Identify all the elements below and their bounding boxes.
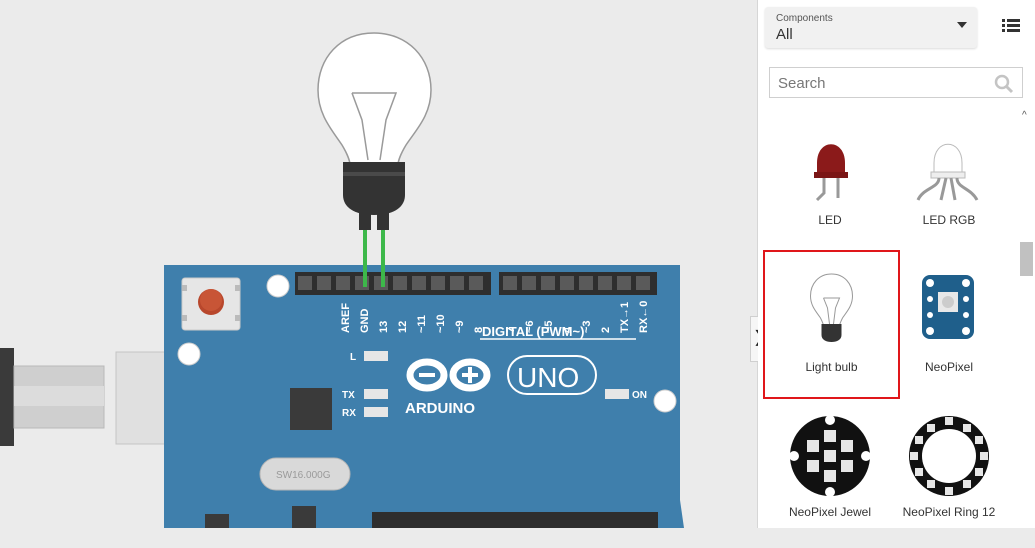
reset-button[interactable] bbox=[181, 277, 241, 331]
neopixel-ring-icon bbox=[909, 416, 989, 496]
scroll-up-icon[interactable]: ^ bbox=[1022, 110, 1027, 121]
on-label: ON bbox=[632, 390, 647, 401]
pin-label: TX→1 bbox=[619, 302, 631, 333]
search-input[interactable] bbox=[778, 73, 978, 93]
components-dropdown[interactable]: Components All bbox=[765, 7, 977, 48]
component-item-neopixel[interactable]: NeoPixel bbox=[883, 256, 1015, 396]
search-box bbox=[769, 67, 1023, 98]
component-item-light-bulb[interactable]: Light bulb bbox=[763, 250, 900, 399]
canvas-drawing: AREF GND 13 12 ~11 ~10 ~9 8 7 ~6 ~5 4 ~3… bbox=[0, 32, 684, 528]
component-label: Light bulb bbox=[805, 360, 858, 374]
model-label: UNO bbox=[517, 362, 579, 393]
components-panel: Components All ^ LED bbox=[758, 0, 1035, 528]
brand-label: ARDUINO bbox=[405, 400, 475, 417]
arduino-board[interactable] bbox=[164, 265, 684, 528]
panel-scrollbar[interactable]: ^ bbox=[1020, 110, 1035, 528]
component-label: NeoPixel bbox=[924, 360, 974, 374]
digital-header-right bbox=[499, 272, 657, 295]
light-bulb-component[interactable] bbox=[317, 32, 432, 287]
pin-label: AREF bbox=[340, 303, 352, 333]
led-icon bbox=[814, 144, 848, 202]
components-dropdown-label: Components bbox=[776, 13, 833, 24]
scroll-thumb[interactable] bbox=[1020, 242, 1033, 276]
pin-label: ~9 bbox=[454, 320, 466, 333]
led-l-label: L bbox=[350, 352, 356, 363]
pin-label: ~11 bbox=[416, 315, 428, 333]
pin-label: 13 bbox=[378, 321, 390, 333]
component-item-neopixel-jewel[interactable]: NeoPixel Jewel bbox=[764, 408, 896, 548]
component-item-neopixel-ring-12[interactable]: NeoPixel Ring 12 bbox=[883, 408, 1015, 548]
pin-label: ~10 bbox=[435, 314, 447, 333]
pin-label: 12 bbox=[397, 321, 409, 333]
digital-label: DIGITAL (PWM~) bbox=[482, 324, 584, 339]
crystal-label: SW16.000G bbox=[276, 470, 331, 481]
neopixel-icon bbox=[922, 275, 974, 339]
pin-label: GND bbox=[359, 309, 371, 334]
list-view-button[interactable] bbox=[987, 0, 1035, 52]
digital-header-left bbox=[295, 272, 491, 295]
component-label: NeoPixel Ring 12 bbox=[902, 505, 996, 519]
component-label: LED bbox=[818, 213, 842, 227]
component-label: NeoPixel Jewel bbox=[788, 505, 872, 519]
led-rgb-icon bbox=[916, 143, 979, 201]
light-bulb-icon bbox=[809, 273, 854, 342]
led-rx-label: RX bbox=[342, 408, 356, 419]
circuit-canvas[interactable]: AREF GND 13 12 ~11 ~10 ~9 8 7 ~6 ~5 4 ~3… bbox=[0, 0, 757, 528]
list-icon bbox=[1002, 19, 1020, 32]
component-label: LED RGB bbox=[922, 213, 976, 227]
led-tx-label: TX bbox=[342, 390, 355, 401]
components-dropdown-value: All bbox=[776, 26, 793, 43]
component-item-led-rgb[interactable]: LED RGB bbox=[883, 118, 1015, 258]
pin-label: RX←0 bbox=[638, 301, 650, 333]
neopixel-jewel-icon bbox=[789, 415, 871, 497]
caret-down-icon bbox=[957, 22, 967, 28]
pin-label: 2 bbox=[600, 327, 612, 333]
search-icon[interactable] bbox=[994, 74, 1014, 94]
component-item-led[interactable]: LED bbox=[764, 118, 896, 258]
